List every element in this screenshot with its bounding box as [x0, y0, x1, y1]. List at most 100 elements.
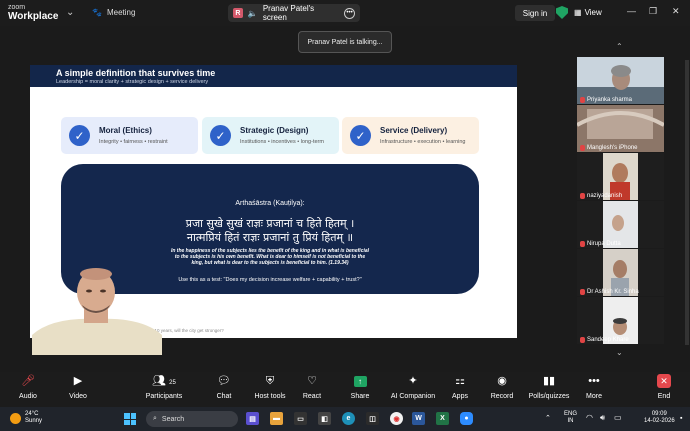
scroll-down-icon[interactable]: ⌄	[616, 348, 623, 357]
meeting-button[interactable]: 🐾 Meeting	[92, 8, 135, 17]
apps-icon: ⚏	[455, 375, 465, 387]
host-tools-label: Host tools	[254, 393, 286, 400]
date: 14-02-2026	[644, 418, 675, 424]
sun-icon	[10, 412, 21, 424]
scroll-up-icon[interactable]: ⌃	[616, 42, 623, 51]
chevron-down-icon[interactable]: ⌄	[66, 7, 74, 18]
mic-muted-icon	[580, 289, 585, 295]
mic-muted-icon	[580, 193, 585, 199]
language-indicator[interactable]: ENG IN	[564, 411, 577, 425]
notification-icon[interactable]: ▪	[680, 415, 682, 422]
mic-muted-icon: 🎤︎	[21, 375, 35, 387]
windows-taskbar: 24°C Sunny ⌕ Search ▤ ▬ ▭ ◧ e ◫ ◉ W X ● …	[0, 407, 690, 431]
restore-icon[interactable]: ❐	[649, 6, 657, 17]
speaker-video	[32, 265, 162, 355]
mic-muted-icon	[580, 241, 585, 247]
apps-label: Apps	[452, 393, 468, 400]
weather-widget[interactable]: 24°C Sunny	[10, 411, 42, 425]
audio-label: Audio	[19, 393, 37, 400]
more-button[interactable]: ••• More	[582, 374, 606, 400]
start-icon[interactable]	[124, 413, 136, 425]
scrollbar[interactable]	[685, 60, 689, 345]
bar-chart-icon: ▮▮	[542, 375, 556, 387]
app-icon[interactable]: ▤	[246, 412, 259, 425]
polls-label: Polls/quizzes	[528, 393, 570, 400]
close-icon[interactable]: ✕	[672, 6, 680, 17]
task-view-icon[interactable]: ▭	[294, 412, 307, 425]
host-tools-button[interactable]: ⛨ Host tools	[251, 374, 289, 400]
store-icon[interactable]: ◫	[366, 412, 379, 425]
share-screen-icon: ↑	[348, 374, 372, 388]
chrome-icon[interactable]: ◉	[390, 412, 403, 425]
view-button[interactable]: ▦ View	[574, 8, 602, 17]
share-label: Share	[350, 393, 370, 400]
excel-icon[interactable]: X	[436, 412, 449, 425]
video-button[interactable]: ▶ Video	[62, 374, 94, 400]
heart-icon: ♡	[307, 375, 317, 387]
speaker-icon: 🔈	[247, 8, 258, 18]
volume-icon[interactable]: 🔊︎	[600, 414, 605, 422]
participant-tile[interactable]: Manglesh's iPhone	[577, 105, 664, 152]
participant-name: Dr Ashish Kr. Sinha	[580, 289, 639, 295]
share-button[interactable]: ↑ Share	[348, 374, 372, 400]
word-icon[interactable]: W	[412, 412, 425, 425]
more-options-icon[interactable]: •••	[344, 7, 355, 19]
audio-button[interactable]: 🎤︎ Audio	[14, 374, 42, 400]
card-subtitle: Institutions • incentives • long-term	[240, 139, 324, 145]
ai-companion-button[interactable]: ✦ AI Companion	[389, 374, 437, 400]
sanskrit-line-1: प्रजा सुखे सुखं राज्ञः प्रजानां च हिते ह…	[185, 217, 355, 230]
card-subtitle: Infrastructure • execution • learning	[380, 139, 466, 145]
weather-condition: Sunny	[25, 418, 43, 424]
clock[interactable]: 09:09 14-02-2026	[644, 411, 675, 425]
edge-icon[interactable]: e	[342, 412, 355, 425]
english-translation: In the happiness of the subjects lies th…	[170, 248, 370, 267]
react-button[interactable]: ♡ React	[300, 374, 324, 400]
chat-label: Chat	[216, 393, 232, 400]
participant-tile[interactable]: Sandeep Khare	[577, 297, 664, 344]
minimize-icon[interactable]: —	[627, 6, 636, 16]
view-label: View	[584, 8, 602, 17]
apps-button[interactable]: ⚏ Apps	[448, 374, 472, 400]
participant-tile[interactable]: Dr Ashish Kr. Sinha	[577, 249, 664, 296]
participant-name: Sandeep Khare	[580, 337, 629, 343]
sign-in-button[interactable]: Sign in	[515, 5, 555, 21]
check-icon: ✓	[350, 125, 371, 146]
slide-title: A simple definition that survives time	[56, 68, 216, 78]
card-subtitle: Integrity • fairness • restraint	[99, 139, 168, 145]
wifi-icon[interactable]: ◠	[586, 414, 593, 422]
share-label: Pranav Patel's screen	[262, 4, 315, 22]
quote-heading: Arthaśāstra (Kauṭilya):	[235, 200, 305, 207]
region-code: IN	[567, 418, 574, 424]
security-shield-icon[interactable]	[556, 6, 568, 19]
chat-button[interactable]: 💬︎ Chat	[212, 374, 236, 400]
participant-tile[interactable]: Priyanka sharma	[577, 57, 664, 104]
taskbar-search[interactable]: ⌕ Search	[146, 411, 238, 427]
meeting-label: Meeting	[106, 8, 136, 17]
participants-button[interactable]: 👥︎ 25 Participants	[142, 374, 186, 400]
more-label: More	[586, 393, 602, 400]
card-strategic: ✓ Strategic (Design) Institutions • ince…	[202, 117, 339, 154]
participant-tile[interactable]: Nirupa Dutta	[577, 201, 664, 248]
sparkle-icon: ✦	[408, 375, 418, 387]
paw-icon: 🐾	[92, 8, 102, 17]
card-title: Service (Delivery)	[380, 126, 448, 135]
zoom-taskbar-icon[interactable]: ●	[460, 412, 473, 425]
end-button[interactable]: ✕ End	[652, 374, 676, 400]
slide-header: A simple definition that survives time L…	[30, 65, 517, 87]
camera-icon: ▶	[73, 375, 83, 387]
battery-icon[interactable]: ▭	[614, 414, 622, 422]
more-icon: •••	[588, 375, 600, 387]
widgets-icon[interactable]: ◧	[318, 412, 331, 425]
screen-share-indicator[interactable]: R 🔈 Pranav Patel's screen •••	[228, 4, 360, 22]
talking-tooltip: Pranav Patel is talking...	[298, 31, 392, 53]
record-label: Record	[490, 393, 514, 400]
ai-companion-label: AI Companion	[390, 393, 436, 400]
record-button[interactable]: ◉ Record	[489, 374, 515, 400]
end-label: End	[657, 393, 671, 400]
polls-button[interactable]: ▮▮ Polls/quizzes	[528, 374, 570, 400]
participant-tile[interactable]: naziyadanish	[577, 153, 664, 200]
file-explorer-icon[interactable]: ▬	[270, 412, 283, 425]
zoom-logo: zoom Workplace	[8, 3, 58, 22]
participants-label: Participants	[145, 393, 183, 400]
chevron-up-icon[interactable]: ⌃	[545, 415, 551, 422]
